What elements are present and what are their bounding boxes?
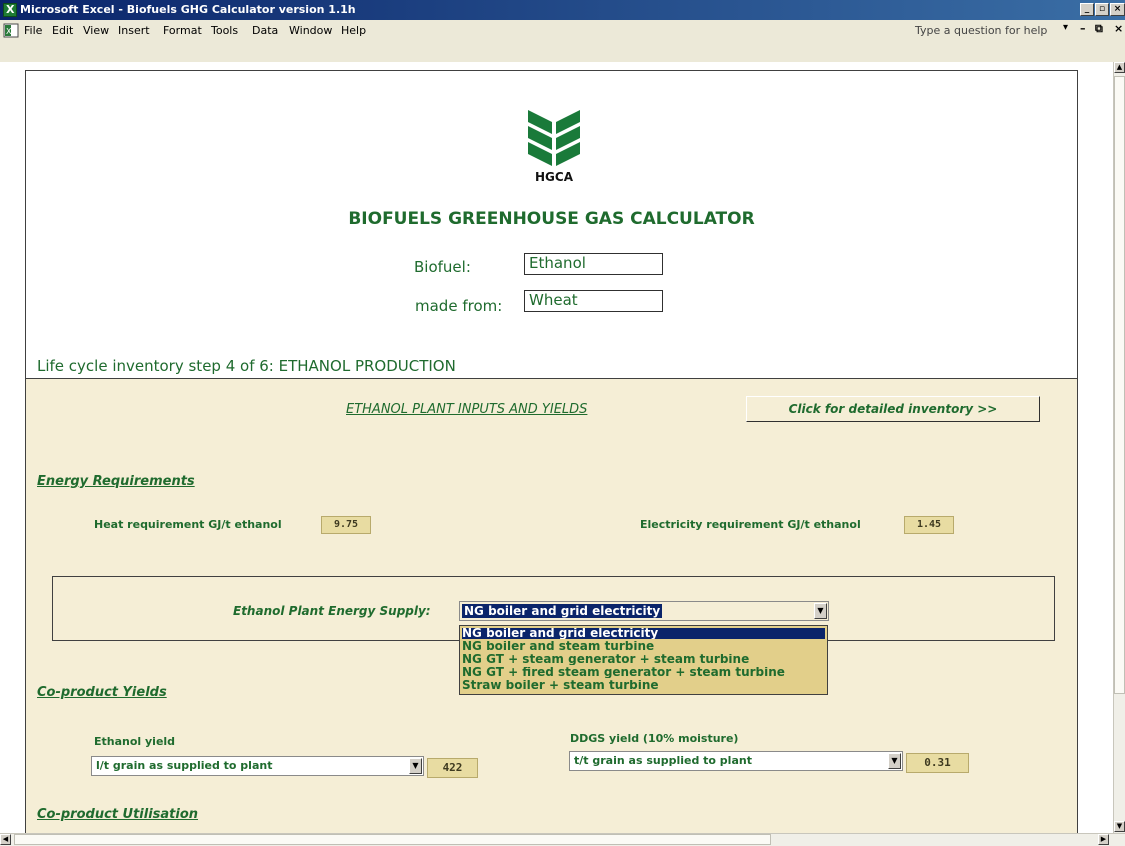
menu-edit[interactable]: Edit: [52, 24, 73, 37]
chevron-down-icon[interactable]: ▼: [888, 753, 901, 769]
yields-section-title: Co-product Yields: [37, 685, 167, 700]
logo-text: HGCA: [535, 170, 574, 184]
scroll-down-icon[interactable]: ▼: [1114, 821, 1125, 832]
menu-file[interactable]: File: [24, 24, 42, 37]
ddgs-yield-label: DDGS yield (10% moisture): [570, 732, 739, 745]
ddgs-yield-value[interactable]: 0.31: [906, 753, 969, 773]
scroll-left-icon[interactable]: ◀: [0, 834, 11, 845]
ask-dropdown-icon[interactable]: ▾: [1063, 22, 1068, 33]
workbook-icon[interactable]: X: [3, 23, 19, 38]
menu-view[interactable]: View: [83, 24, 109, 37]
ask-question-box[interactable]: Type a question for help: [915, 24, 1047, 37]
energy-supply-options: NG boiler and grid electricity NG boiler…: [459, 625, 828, 695]
svg-text:X: X: [6, 27, 12, 36]
scroll-right-icon[interactable]: ▶: [1098, 834, 1109, 845]
energy-supply-selected: NG boiler and grid electricity: [462, 604, 663, 618]
menu-window[interactable]: Window: [289, 24, 332, 37]
biofuel-label: Biofuel:: [414, 258, 471, 276]
menu-bar: X File Edit View Insert Format Tools Dat…: [0, 20, 1125, 63]
menu-insert[interactable]: Insert: [118, 24, 150, 37]
utilisation-section-title: Co-product Utilisation: [37, 807, 199, 822]
ddgs-yield-unit: t/t grain as supplied to plant: [574, 754, 752, 767]
electricity-requirement-value[interactable]: 1.45: [904, 516, 954, 534]
vertical-scrollbar[interactable]: ▲ ▼: [1113, 62, 1125, 833]
made-from-value[interactable]: Wheat: [524, 290, 663, 312]
hgca-logo-icon: HGCA: [528, 110, 580, 184]
menu-tools[interactable]: Tools: [211, 24, 238, 37]
detailed-inventory-button[interactable]: Click for detailed inventory >>: [746, 396, 1040, 422]
heat-requirement-value[interactable]: 9.75: [321, 516, 371, 534]
doc-close-icon[interactable]: ×: [1114, 22, 1123, 35]
vertical-scroll-thumb[interactable]: [1114, 76, 1125, 694]
chevron-down-icon[interactable]: ▼: [814, 603, 827, 619]
menu-data[interactable]: Data: [252, 24, 278, 37]
supply-option[interactable]: NG boiler and grid electricity: [462, 628, 825, 639]
energy-supply-select[interactable]: NG boiler and grid electricity ▼: [459, 601, 829, 621]
doc-restore-icon[interactable]: ⧉: [1095, 22, 1103, 36]
menu-help[interactable]: Help: [341, 24, 366, 37]
step-indicator: Life cycle inventory step 4 of 6: ETHANO…: [37, 357, 456, 375]
ddgs-yield-unit-select[interactable]: t/t grain as supplied to plant ▼: [569, 751, 903, 771]
window-title: Microsoft Excel - Biofuels GHG Calculato…: [20, 3, 356, 16]
biofuel-value[interactable]: Ethanol: [524, 253, 663, 275]
electricity-requirement-label: Electricity requirement GJ/t ethanol: [640, 518, 861, 531]
energy-section-title: Energy Requirements: [37, 474, 195, 489]
menu-format[interactable]: Format: [163, 24, 202, 37]
horizontal-scrollbar[interactable]: ◀ ▶: [0, 833, 1125, 846]
ethanol-yield-unit-select[interactable]: l/t grain as supplied to plant ▼: [91, 756, 424, 776]
minimize-icon[interactable]: _: [1080, 3, 1094, 16]
ethanol-yield-label: Ethanol yield: [94, 735, 176, 748]
page-title: BIOFUELS GREENHOUSE GAS CALCULATOR: [348, 209, 755, 229]
supply-option[interactable]: NG GT + fired steam generator + steam tu…: [462, 667, 825, 678]
horizontal-scroll-thumb[interactable]: [14, 834, 771, 845]
title-bar: Microsoft Excel - Biofuels GHG Calculato…: [0, 0, 1125, 20]
scroll-up-icon[interactable]: ▲: [1114, 62, 1125, 73]
supply-option[interactable]: NG GT + steam generator + steam turbine: [462, 654, 825, 665]
heat-requirement-label: Heat requirement GJ/t ethanol: [94, 518, 282, 531]
made-from-label: made from:: [415, 297, 503, 315]
maximize-icon[interactable]: ▫: [1095, 3, 1109, 16]
ethanol-yield-value[interactable]: 422: [427, 758, 478, 778]
energy-supply-label: Ethanol Plant Energy Supply:: [233, 604, 431, 618]
excel-app-icon[interactable]: [3, 3, 17, 17]
ethanol-yield-unit: l/t grain as supplied to plant: [96, 759, 273, 772]
supply-option[interactable]: NG boiler and steam turbine: [462, 641, 825, 652]
close-icon[interactable]: ×: [1110, 3, 1125, 16]
doc-minimize-icon[interactable]: –: [1080, 22, 1086, 35]
chevron-down-icon[interactable]: ▼: [409, 758, 422, 774]
plant-heading: ETHANOL PLANT INPUTS AND YIELDS: [346, 402, 588, 417]
supply-option[interactable]: Straw boiler + steam turbine: [462, 680, 825, 691]
